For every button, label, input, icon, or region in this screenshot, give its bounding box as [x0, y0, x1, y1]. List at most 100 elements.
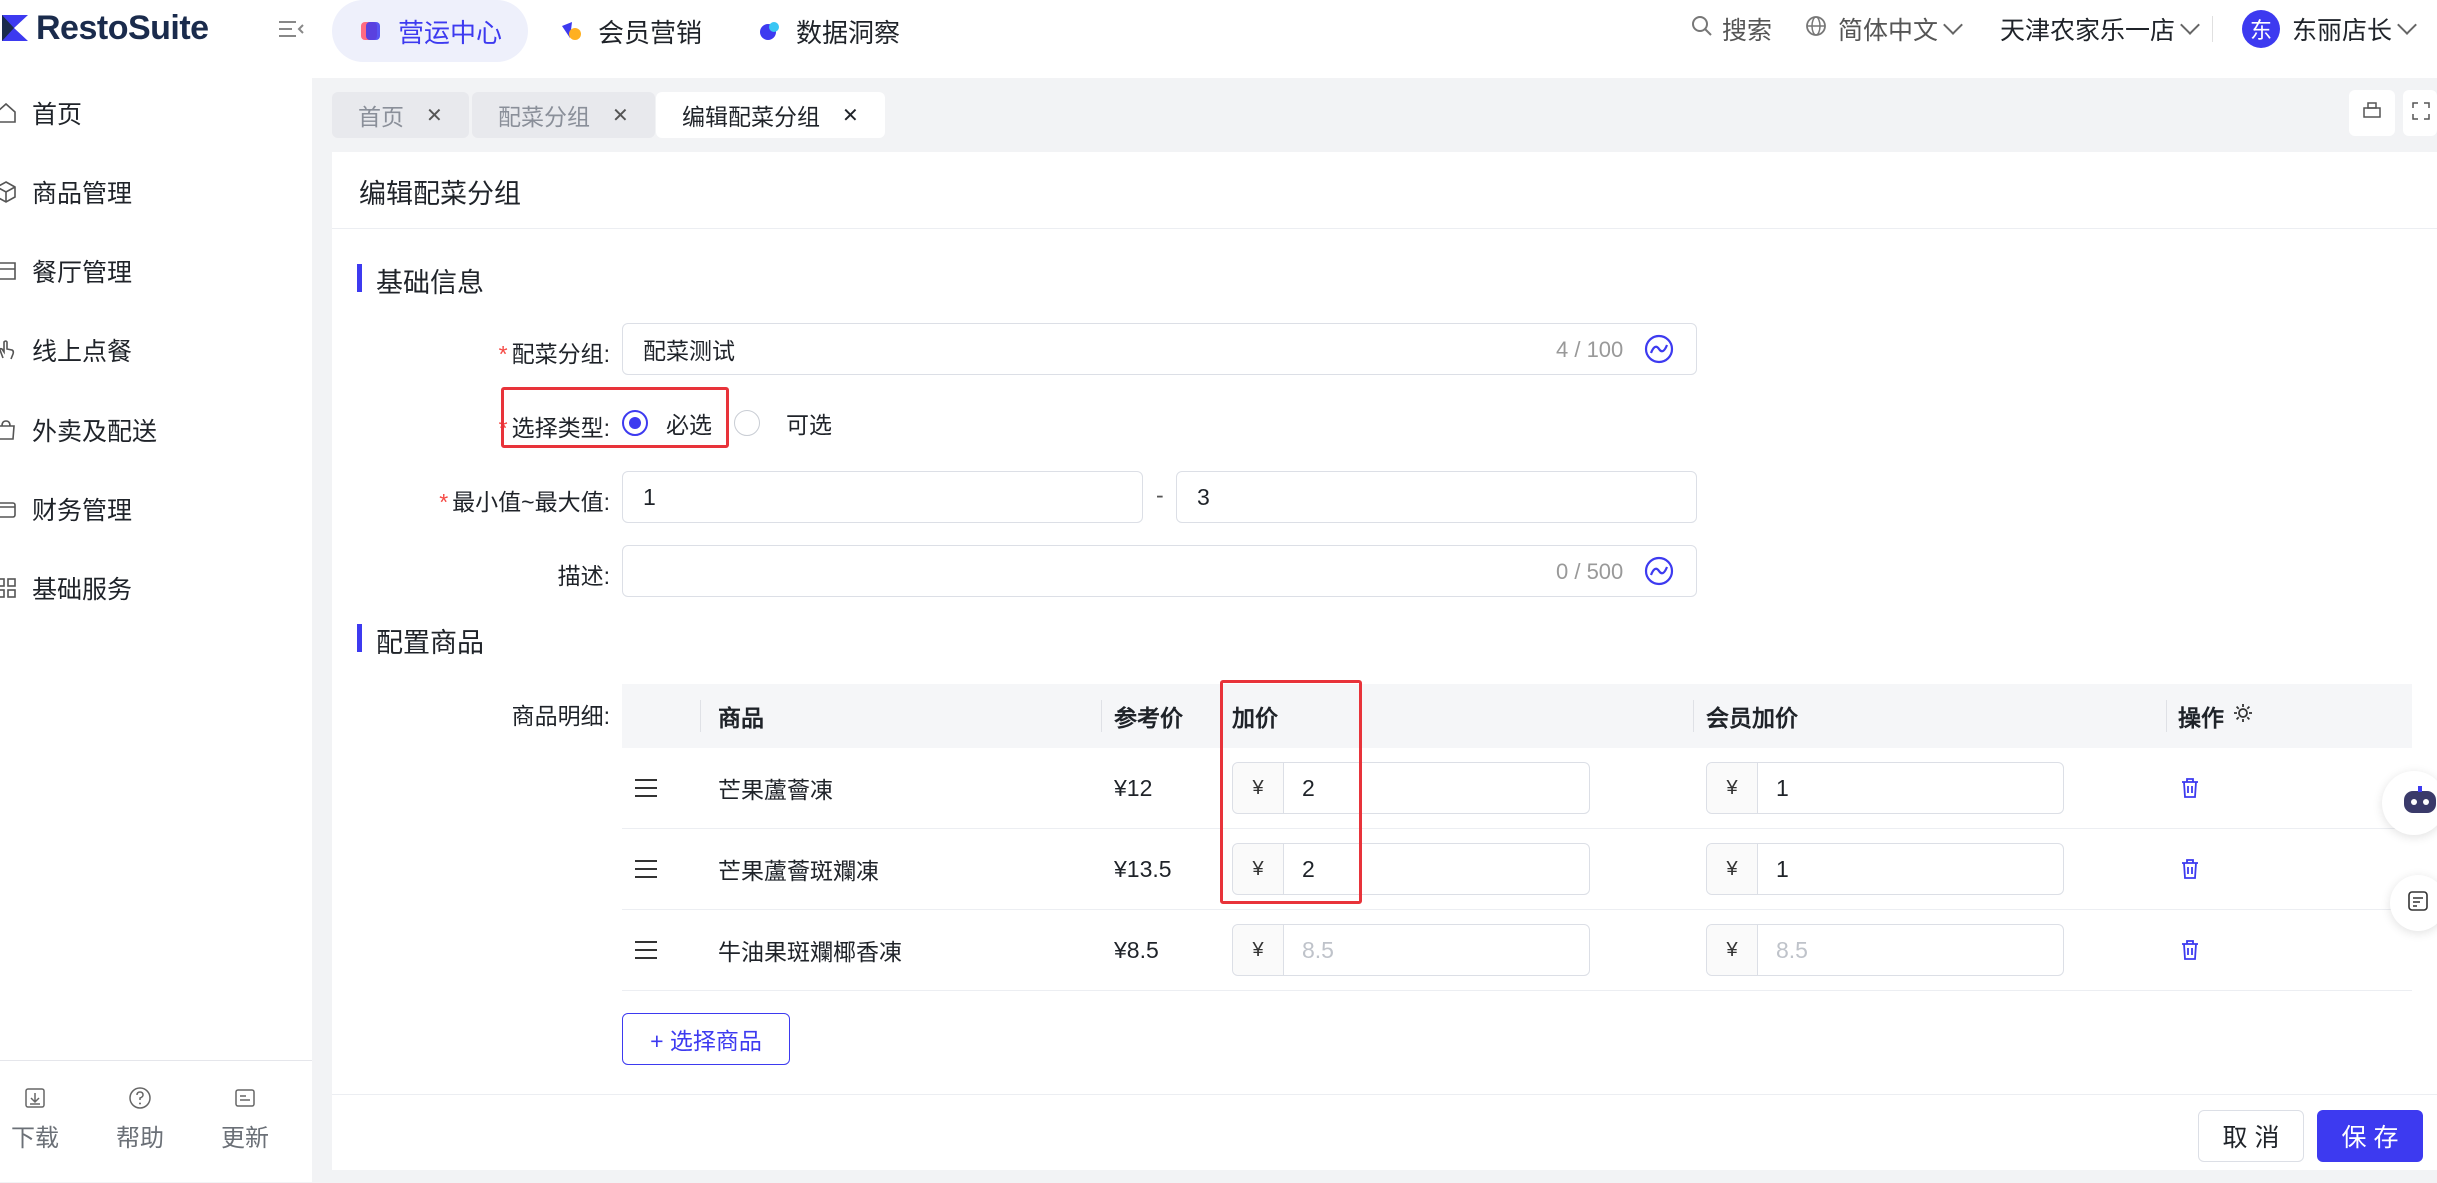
- brand-mark-icon: [0, 13, 30, 43]
- drag-handle-icon: [635, 860, 657, 878]
- highlight-box-type: [501, 387, 729, 448]
- column-header-product: 商品: [718, 705, 764, 731]
- description-input[interactable]: [622, 545, 1697, 597]
- close-icon[interactable]: ✕: [612, 103, 629, 128]
- search-icon: [1690, 14, 1714, 45]
- page-tab-home[interactable]: 首页 ✕: [332, 92, 469, 138]
- table-cell-product: 芒果蘆薈凍: [718, 777, 833, 803]
- store-select[interactable]: 天津农家乐一店: [2000, 0, 2200, 58]
- sidebar-item-online-order[interactable]: 线上点餐: [0, 327, 132, 373]
- translate-icon[interactable]: [1643, 555, 1675, 592]
- chevron-down-icon: [2180, 15, 2200, 35]
- group-name-label: * 配菜分组:: [498, 341, 610, 367]
- avatar: 东: [2242, 10, 2280, 48]
- trash-icon: [2180, 939, 2200, 961]
- column-header-ref-price: 参考价: [1114, 705, 1183, 731]
- section-bar: [357, 624, 362, 652]
- trash-icon: [2180, 858, 2200, 880]
- nav-tab-member-marketing[interactable]: 会员营销: [532, 0, 728, 62]
- highlight-box-add-price: [1220, 680, 1362, 904]
- group-name-input[interactable]: 配菜测试: [622, 323, 1697, 375]
- help-button[interactable]: 帮助: [95, 1086, 185, 1153]
- column-separator: [700, 700, 701, 732]
- sidebar-item-products[interactable]: 商品管理: [0, 169, 132, 215]
- page-tab-side-dish-group[interactable]: 配菜分组 ✕: [472, 92, 655, 138]
- radio-optional-dot[interactable]: [734, 410, 760, 436]
- top-divider: [2212, 16, 2213, 42]
- table-row-divider: [622, 828, 2412, 829]
- table-cell-ref-price: ¥8.5: [1114, 936, 1159, 963]
- notes-button[interactable]: [2390, 875, 2437, 931]
- member-price-input[interactable]: ¥ 1: [1706, 762, 2064, 814]
- robot-icon: [2402, 785, 2437, 822]
- section-title-basic-info: 基础信息: [376, 268, 484, 298]
- help-icon: [128, 1086, 152, 1110]
- description-counter: 0 / 500: [1556, 559, 1624, 584]
- sidebar-item-restaurant[interactable]: 餐厅管理: [0, 248, 132, 294]
- update-button[interactable]: 更新: [200, 1086, 290, 1153]
- bag-icon: [0, 418, 18, 442]
- download-icon: [23, 1086, 47, 1110]
- sidebar-item-finance[interactable]: 财务管理: [0, 486, 132, 532]
- page-tab-edit-side-dish-group[interactable]: 编辑配菜分组 ✕: [656, 92, 885, 138]
- close-icon[interactable]: ✕: [426, 103, 443, 128]
- nav-tab-data-insight[interactable]: 数据洞察: [730, 0, 926, 62]
- sidebar-item-home[interactable]: 首页: [0, 90, 82, 136]
- title-divider: [332, 228, 2437, 229]
- table-cell-product: 芒果蘆薈斑斕凍: [718, 858, 879, 884]
- cancel-button[interactable]: 取 消: [2198, 1110, 2304, 1162]
- store-icon: [0, 259, 18, 283]
- add-price-input[interactable]: ¥ 8.5: [1232, 924, 1590, 976]
- member-price-input[interactable]: ¥ 8.5: [1706, 924, 2064, 976]
- table-cell-ref-price: ¥13.5: [1114, 855, 1172, 882]
- column-separator: [1693, 700, 1694, 732]
- max-input[interactable]: 3: [1176, 471, 1697, 523]
- brand-name: RestoSuite: [36, 8, 209, 47]
- box-icon: [0, 180, 18, 204]
- sidebar-item-delivery[interactable]: 外卖及配送: [0, 407, 157, 453]
- download-button[interactable]: 下载: [0, 1086, 80, 1153]
- top-bar: RestoSuite 营运中心 会员营销 数据洞察 搜索 简体中文 天津农家乐一…: [0, 0, 2437, 78]
- select-product-button[interactable]: + 选择商品: [622, 1013, 790, 1065]
- product-detail-label: 商品明细:: [511, 703, 610, 729]
- column-header-action: 操作: [2178, 684, 2254, 748]
- chevron-down-icon: [1943, 15, 1963, 35]
- search-button[interactable]: 搜索: [1690, 0, 1772, 58]
- wallet-icon: [0, 497, 18, 521]
- sidebar-item-basic-service[interactable]: 基础服务: [0, 565, 132, 611]
- assistant-bot-button[interactable]: [2382, 771, 2437, 835]
- footer-divider: [332, 1094, 2437, 1095]
- radio-optional[interactable]: 可选: [734, 405, 832, 441]
- nav-tab-operation-center[interactable]: 营运中心: [332, 0, 529, 62]
- delete-button[interactable]: [2180, 829, 2200, 909]
- save-button[interactable]: 保 存: [2317, 1110, 2423, 1162]
- language-select[interactable]: 简体中文: [1804, 0, 1963, 58]
- print-button[interactable]: [2349, 90, 2395, 136]
- globe-icon: [1804, 14, 1828, 45]
- hand-tap-icon: [0, 338, 18, 362]
- gear-icon[interactable]: [2232, 702, 2254, 730]
- member-price-input[interactable]: ¥ 1: [1706, 843, 2064, 895]
- drag-handle[interactable]: [635, 829, 657, 909]
- user-menu[interactable]: 东 东丽店长: [2242, 0, 2417, 58]
- brand-logo[interactable]: RestoSuite: [0, 4, 209, 52]
- translate-icon[interactable]: [1643, 333, 1675, 370]
- home-icon: [0, 101, 18, 125]
- delete-button[interactable]: [2180, 910, 2200, 990]
- delete-button[interactable]: [2180, 748, 2200, 828]
- grid-icon: [0, 576, 18, 600]
- trash-icon: [2180, 777, 2200, 799]
- close-icon[interactable]: ✕: [842, 103, 859, 128]
- column-separator: [1101, 700, 1102, 732]
- fullscreen-button[interactable]: [2403, 90, 2437, 136]
- min-input[interactable]: 1: [622, 471, 1143, 523]
- drag-handle[interactable]: [635, 748, 657, 828]
- drag-handle[interactable]: [635, 910, 657, 990]
- column-separator: [2166, 700, 2167, 732]
- description-label: 描述:: [557, 563, 610, 589]
- group-name-counter: 4 / 100: [1556, 337, 1624, 362]
- data-insight-icon: [756, 18, 782, 44]
- menu-collapse-icon[interactable]: [276, 14, 306, 44]
- table-cell-ref-price: ¥12: [1114, 774, 1153, 801]
- update-icon: [233, 1086, 257, 1110]
